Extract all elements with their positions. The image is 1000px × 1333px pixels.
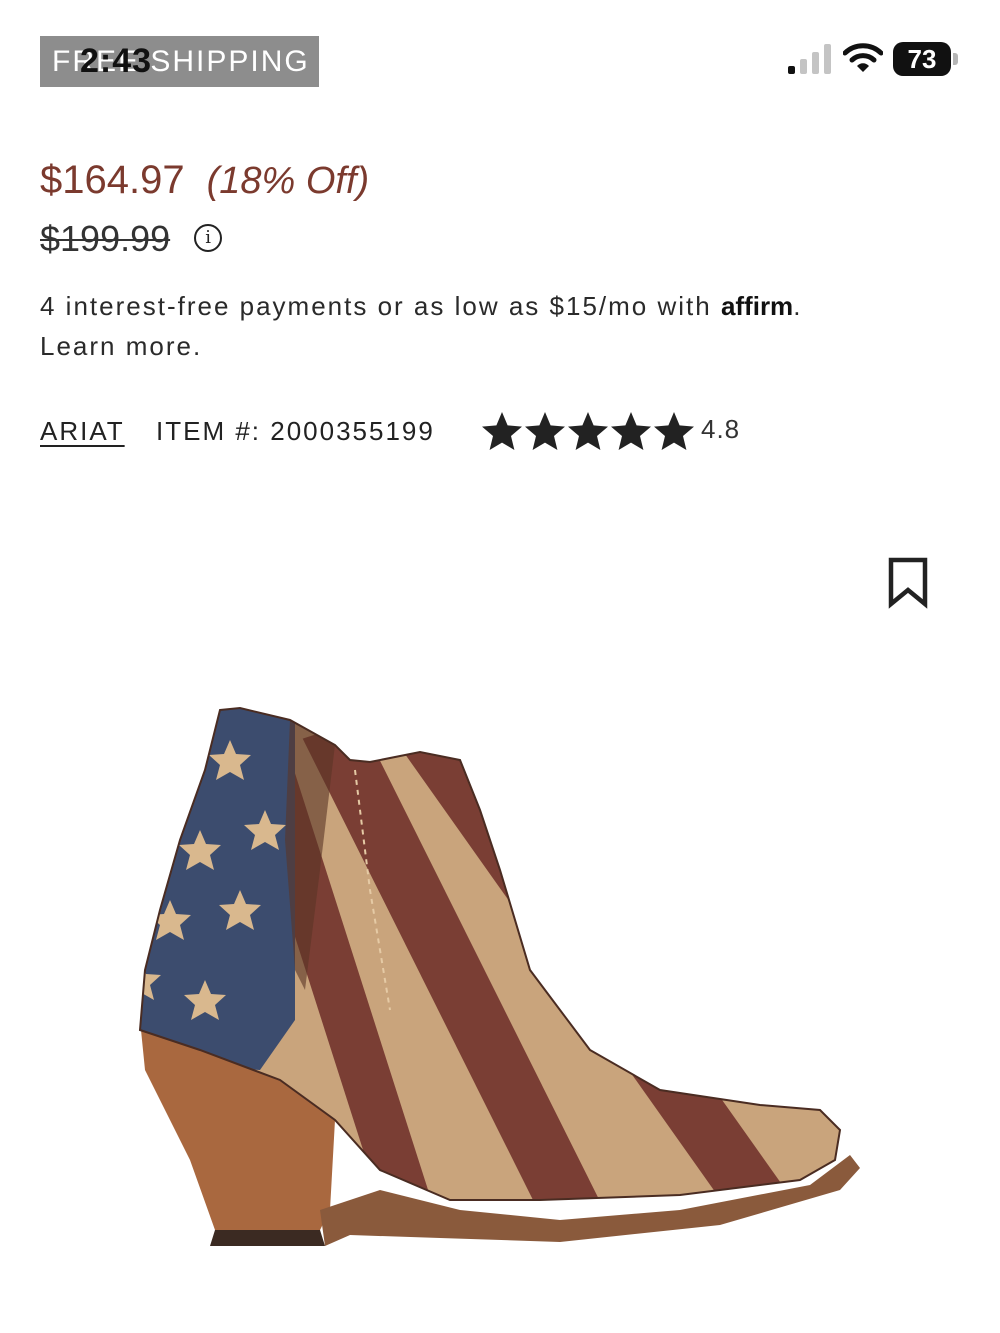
signal-icon [788,44,831,74]
star-rating[interactable] [480,410,696,454]
rating-value: 4.8 [701,414,741,444]
battery-icon: 73 [893,42,959,76]
star-icon [482,412,522,450]
star-icon [568,412,608,450]
brand-link[interactable]: ARIAT [40,416,125,447]
learn-more-link[interactable]: Learn more. [40,326,960,366]
status-time: 2:43 [80,42,153,80]
battery-level: 73 [893,42,951,76]
star-icon [611,412,651,450]
original-price: $199.99 [40,218,171,259]
product-image[interactable] [120,690,880,1290]
original-price-row: $199.99 i [40,218,223,260]
financing-text: 4 interest-free payments or as low as $1… [40,291,721,321]
info-icon[interactable]: i [194,224,223,252]
star-icon [525,412,565,450]
sale-price: $164.97 [40,158,185,202]
affirm-logo: affirm [720,291,794,321]
financing-message: 4 interest-free payments or as low as $1… [40,286,960,366]
price-row: $164.97 (18% Off) [40,158,369,203]
battery-tip [953,53,958,65]
discount-label: (18% Off) [206,160,370,202]
star-icon [654,412,694,450]
status-bar: FREE SHIPPING 2:43 73 [0,0,1000,110]
bookmark-icon[interactable] [886,556,930,610]
wifi-icon [843,43,883,72]
item-number: ITEM #: 2000355199 [156,416,435,446]
financing-suffix: . [793,291,803,321]
